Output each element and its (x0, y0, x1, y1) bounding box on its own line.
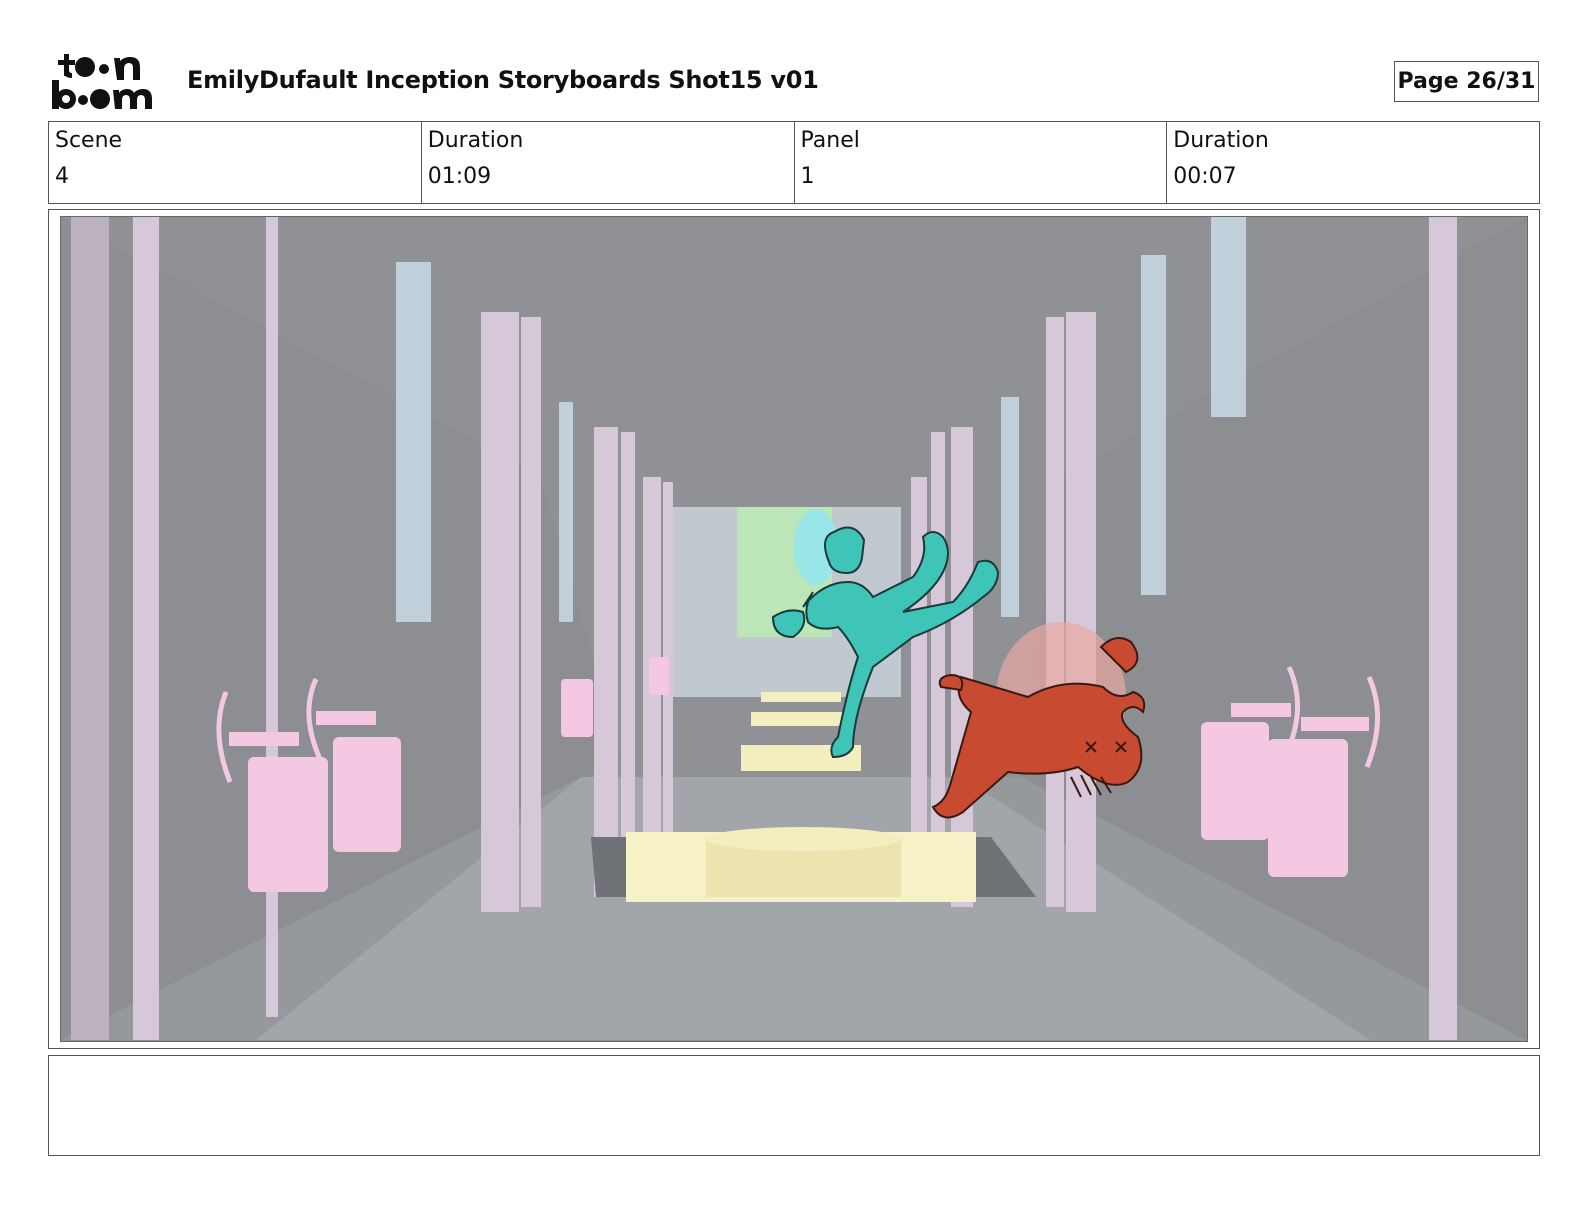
scene-duration-label: Duration (427, 128, 524, 153)
panel-label: Panel (800, 128, 860, 153)
panel-duration-cell: Duration 00:07 (1167, 122, 1539, 203)
scene-duration-value: 01:09 (427, 164, 492, 189)
storyboard-panel-image (60, 216, 1528, 1042)
scene-duration-cell: Duration 01:09 (422, 122, 795, 203)
document-title: EmilyDufault Inception Storyboards Shot1… (187, 66, 819, 94)
storyboard-drawing (61, 217, 1526, 1040)
panel-duration-value: 00:07 (1173, 164, 1237, 189)
panel-duration-label: Duration (1173, 128, 1269, 153)
shot-info-table: Scene 4 Duration 01:09 Panel 1 Duration … (48, 121, 1540, 204)
panel-cell: Panel 1 (795, 122, 1168, 203)
toon-boom-logo (52, 52, 164, 110)
panel-value: 1 (800, 164, 815, 189)
page-indicator: Page 26/31 (1394, 61, 1539, 102)
panel-notes-box (48, 1055, 1540, 1156)
scene-value: 4 (55, 164, 69, 189)
scene-cell: Scene 4 (49, 122, 422, 203)
scene-label: Scene (55, 128, 123, 153)
